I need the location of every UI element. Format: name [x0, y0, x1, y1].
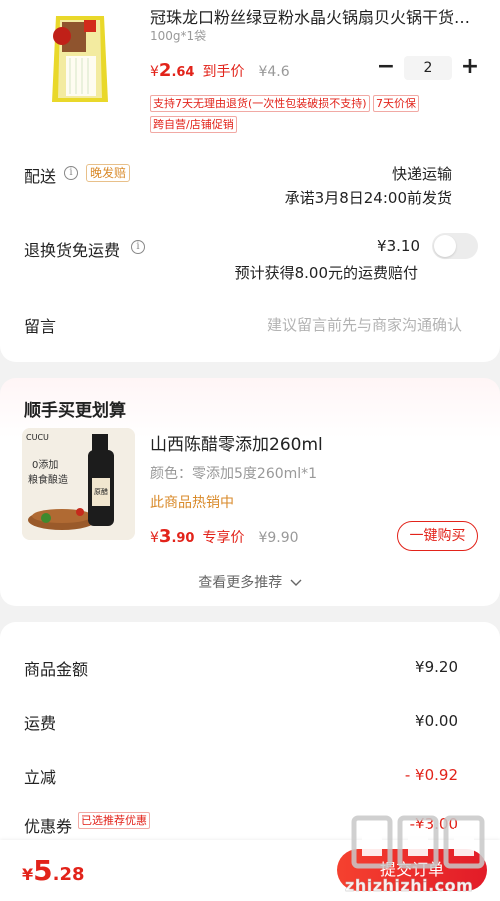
more-recommend-label: 查看更多推荐 — [198, 575, 283, 591]
coupon-recommend-badge: 已选推荐优惠 — [78, 812, 150, 829]
product-spec: 100g*1袋 — [150, 29, 207, 43]
info-icon[interactable]: i — [64, 166, 78, 180]
return-shipping-note: 预计获得8.00元的运费赔付 — [234, 264, 418, 282]
quantity-input[interactable]: 2 — [404, 56, 452, 80]
recommend-card: 顺手买更划算 CUCU 0添加 粮食酿造 原醋 山西陈醋零添加260ml 颜色：… — [0, 378, 500, 606]
shipping-fee-label: 运费 — [24, 714, 57, 733]
minus-button[interactable]: − — [372, 55, 400, 81]
image-line1: 0添加 — [32, 458, 58, 471]
message-input[interactable]: 建议留言前先与商家沟通确认 — [267, 314, 462, 335]
original-price: ¥4.6 — [258, 64, 290, 80]
coupon-label[interactable]: 优惠券 — [24, 813, 72, 837]
toggle-knob — [434, 235, 456, 257]
one-click-buy-button[interactable]: 一键购买 — [397, 521, 478, 551]
goods-amount-label: 商品金额 — [24, 660, 89, 679]
delivery-promise: 承诺3月8日24:00前发货 — [284, 189, 452, 207]
info-icon[interactable]: i — [131, 240, 145, 254]
total-decimal: .28 — [52, 864, 85, 885]
more-recommend-link[interactable]: 查看更多推荐 — [0, 572, 500, 592]
goods-amount-value: ¥9.20 — [415, 658, 458, 676]
chevron-down-icon — [290, 579, 302, 586]
product-title[interactable]: 冠珠龙口粉丝绿豆粉水晶火锅扇贝火锅干货粉丝 — [150, 4, 480, 28]
discount-label: 立减 — [24, 768, 57, 787]
delivery-label: 配送 — [24, 167, 57, 186]
message-label: 留言 — [24, 317, 57, 336]
recommend-product-spec: 颜色：零添加5度260ml*1 — [150, 466, 318, 482]
price-tag: 专享价 — [202, 530, 245, 546]
currency-symbol: ¥ — [150, 530, 159, 546]
currency-symbol: ¥ — [150, 64, 159, 80]
recommend-section-title: 顺手买更划算 — [24, 401, 126, 421]
shipping-fee-value: ¥0.00 — [415, 712, 458, 730]
order-item-card: 冠珠龙口粉丝绿豆粉水晶火锅扇贝火锅干货粉丝 100g*1袋 ¥ 2 .64 到手… — [0, 0, 500, 362]
total-price: ¥ 5 .28 — [22, 854, 85, 887]
late-delivery-badge: 晚发赔 — [86, 164, 131, 182]
return-shipping-label: 退换货免运费 — [24, 241, 121, 260]
recommend-product-image[interactable]: CUCU 0添加 粮食酿造 原醋 — [22, 428, 135, 540]
price-decimal: .90 — [171, 531, 195, 546]
hot-sale-label: 此商品热销中 — [150, 495, 234, 511]
delivery-method[interactable]: 快递运输 — [392, 163, 452, 184]
product-image[interactable] — [22, 6, 138, 110]
bottle-label: 原醋 — [94, 487, 108, 496]
price-protect-tag: 7天价保 — [373, 95, 419, 112]
return-shipping-toggle[interactable] — [432, 233, 478, 259]
return-shipping-price: ¥3.10 — [377, 237, 420, 255]
recommend-product-name[interactable]: 山西陈醋零添加260ml — [150, 430, 323, 455]
plus-button[interactable]: + — [456, 55, 484, 81]
price-decimal: .64 — [171, 65, 195, 80]
image-line2: 粮食酿造 — [28, 473, 68, 486]
price-tag: 到手价 — [202, 64, 245, 80]
product-price: ¥ 2 .64 到手价 ¥4.6 — [150, 60, 290, 81]
promo-tag: 跨自营/店铺促销 — [150, 116, 237, 133]
quantity-stepper: − 2 + — [372, 55, 484, 81]
recommend-price: ¥ 3 .90 专享价 ¥9.90 — [150, 526, 299, 547]
price-integer: 3 — [158, 526, 172, 547]
return-policy-tag: 支持7天无理由退货(一次性包装破损不支持) — [150, 95, 370, 112]
total-integer: 5 — [33, 854, 53, 887]
price-integer: 2 — [158, 60, 172, 81]
original-price: ¥9.90 — [258, 530, 299, 546]
currency-symbol: ¥ — [22, 865, 34, 884]
discount-value: - ¥0.92 — [404, 766, 458, 784]
watermark-text: zhizhizhi.com — [345, 876, 474, 895]
brand-text: CUCU — [26, 433, 49, 442]
